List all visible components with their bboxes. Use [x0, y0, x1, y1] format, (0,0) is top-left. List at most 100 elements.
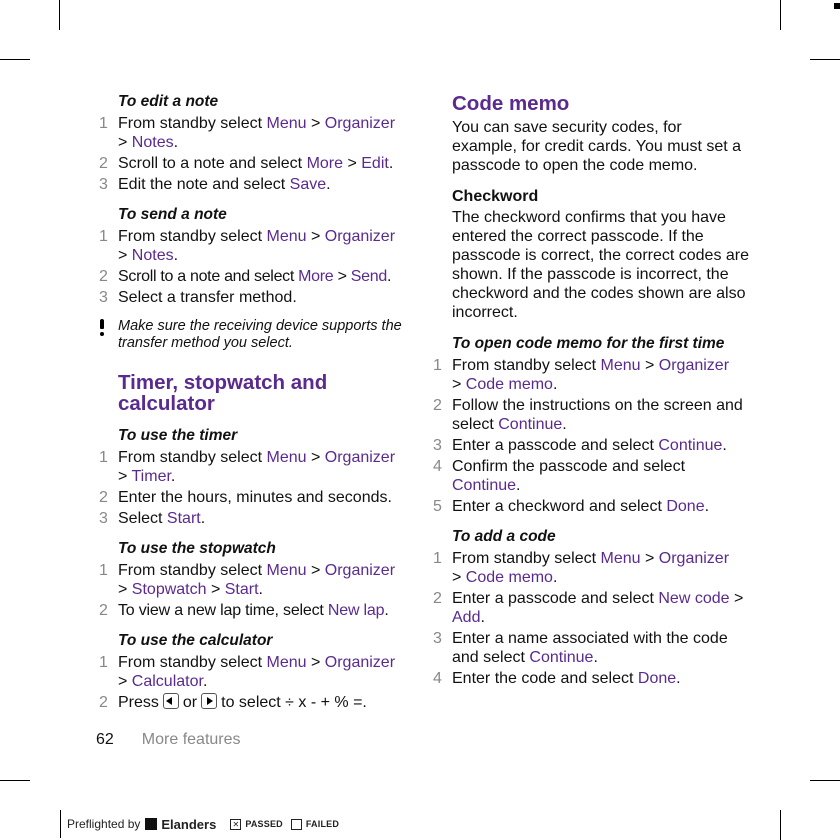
subheading: To use the stopwatch [118, 540, 276, 557]
notes-link: Notes [131, 134, 174, 151]
preflight-label: Preflighted by [67, 817, 141, 831]
done-link: Done [637, 670, 677, 687]
edit-link: Edit [361, 155, 389, 172]
start-link: Start [166, 510, 201, 527]
calculator-instructions: To use the calculator 1 From standby sele… [96, 631, 416, 712]
crop-mark [780, 0, 781, 30]
step-number: 4 [433, 458, 442, 475]
failed-checkbox [290, 818, 302, 830]
continue-link: Continue [658, 437, 723, 454]
more-link: More [298, 268, 334, 285]
calculator-link: Calculator [131, 673, 203, 690]
step-number: 3 [433, 630, 442, 647]
organizer-link: Organizer [658, 357, 730, 374]
step: 1 From standby select Menu > Organizer > … [96, 561, 416, 599]
step-number: 5 [433, 498, 442, 515]
intro-paragraph: You can save security codes, for example… [452, 119, 742, 174]
step: 3 Enter a passcode and select Continue. [430, 436, 750, 455]
step-number: 1 [433, 550, 442, 567]
menu-link: Menu [266, 562, 307, 579]
step: 1 From standby select Menu > Organizer > … [96, 227, 416, 265]
step: 2 Enter a passcode and select New code > … [430, 589, 750, 627]
subheading: To add a code [452, 528, 556, 545]
section-heading: Code memo [452, 92, 570, 115]
subheading: To open code memo for the first time [452, 335, 725, 352]
menu-link: Menu [266, 654, 307, 671]
step: 1 From standby select Menu > Organizer > … [96, 114, 416, 152]
subheading: To use the calculator [118, 632, 273, 649]
step: 1 From standby select Menu > Organizer > … [430, 549, 750, 587]
start-link: Start [224, 581, 259, 598]
step-number: 2 [433, 397, 442, 414]
send-link: Send [350, 268, 387, 285]
registration-mark [834, 3, 840, 9]
step: 3 Enter a name associated with the code a… [430, 629, 750, 667]
menu-link: Menu [266, 115, 307, 132]
stopwatch-link: Stopwatch [131, 581, 207, 598]
left-column: To edit a note 1 From standby select Menu… [96, 92, 416, 723]
checkword-heading: Checkword [452, 188, 539, 205]
step: 2 Scroll to a note and select More > Edit… [96, 154, 416, 173]
organizer-link: Organizer [324, 449, 396, 466]
step: 2 Press or to select ÷ x - + % =. [96, 693, 416, 712]
code-memo-link: Code memo [465, 569, 553, 586]
step: 1 From standby select Menu > Organizer > … [96, 653, 416, 691]
more-link: More [306, 155, 344, 172]
nav-right-key-icon [201, 693, 218, 709]
warning-text: Make sure the receiving device supports … [118, 318, 402, 351]
crop-mark [780, 810, 781, 840]
step-number: 3 [99, 289, 108, 306]
step-number: 1 [99, 654, 108, 671]
crop-mark [810, 59, 840, 60]
step-number: 2 [99, 489, 108, 506]
passed-label: PASSED [245, 819, 283, 829]
step: 2 Follow the instructions on the screen a… [430, 396, 750, 434]
crop-mark [0, 780, 30, 781]
step-number: 2 [99, 694, 108, 711]
crop-mark [0, 59, 30, 60]
right-column: Code memo You can save security codes, f… [430, 92, 750, 699]
menu-link: Menu [266, 228, 307, 245]
continue-link: Continue [529, 649, 594, 666]
step: 2 To view a new lap time, select New lap. [96, 601, 416, 620]
step: 3 Edit the note and select Save. [96, 175, 416, 194]
notes-link: Notes [131, 247, 174, 264]
step-number: 2 [99, 155, 108, 172]
step-number: 1 [99, 228, 108, 245]
step: 1 From standby select Menu > Organizer > … [96, 448, 416, 486]
done-link: Done [666, 498, 705, 515]
page-number: 62 [96, 731, 114, 748]
step: 2 Enter the hours, minutes and seconds. [96, 488, 416, 507]
step-number: 1 [99, 562, 108, 579]
organizer-link: Organizer [324, 228, 396, 245]
footer-section-name: More features [141, 731, 241, 748]
new-lap-link: New lap [327, 602, 385, 619]
timer-link: Timer [131, 468, 171, 485]
menu-link: Menu [600, 357, 641, 374]
step: 3 Select Start. [96, 509, 416, 528]
step: 4 Confirm the passcode and select Continu… [430, 457, 750, 495]
save-link: Save [289, 176, 327, 193]
step: 3 Select a transfer method. [96, 288, 416, 307]
add-link: Add [452, 609, 481, 626]
step-number: 4 [433, 670, 442, 687]
nav-left-key-icon [162, 693, 179, 709]
step-number: 3 [433, 437, 442, 454]
elanders-logo-icon [145, 818, 158, 830]
menu-link: Menu [600, 550, 641, 567]
step-number: 1 [433, 357, 442, 374]
send-note-instructions: To send a note 1 From standby select Menu… [96, 205, 416, 307]
step-number: 2 [433, 590, 442, 607]
warning-note: Make sure the receiving device supports … [96, 318, 416, 352]
step: 4 Enter the code and select Done. [430, 669, 750, 688]
step-number: 1 [99, 115, 108, 132]
organizer-link: Organizer [658, 550, 730, 567]
continue-link: Continue [498, 416, 563, 433]
step: 2 Scroll to a note and select More > Send… [96, 267, 416, 286]
step-number: 2 [99, 268, 108, 285]
menu-link: Menu [266, 449, 307, 466]
step-number: 2 [99, 602, 108, 619]
step-number: 1 [99, 449, 108, 466]
warning-icon [96, 318, 118, 352]
subheading: To send a note [118, 206, 227, 223]
